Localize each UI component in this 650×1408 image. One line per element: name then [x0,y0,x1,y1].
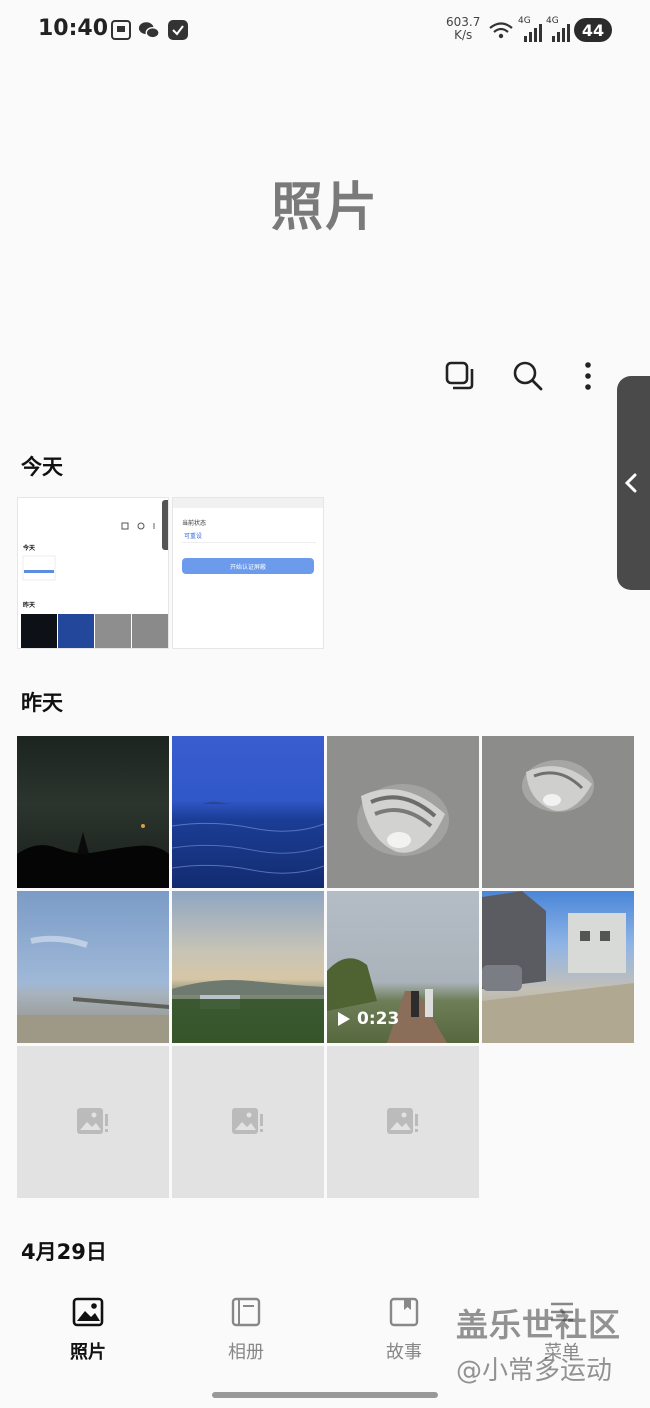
mini-gallery-icons [21,522,168,648]
status-bar: 10:40 603.7 K/s 4G 4G 44 [0,0,650,62]
photo-thumb-beach-sky[interactable] [17,891,169,1043]
edge-panel-handle[interactable] [617,376,650,590]
broken-image-icon [387,1108,418,1134]
signal-2: 4G [546,16,570,42]
select-multiple-icon [445,361,474,390]
check-app-icon [167,19,189,41]
mini-action-button: 开始认证屏蔽 [182,558,314,574]
wechat-icon [138,19,160,41]
signal-1: 4G [518,16,542,42]
mini-field-label: 当前状态 [182,520,207,527]
search-icon [513,361,543,391]
section-label-today: 今天 [21,455,63,479]
signal-1-label: 4G [518,16,531,26]
signal-2-label: 4G [546,16,559,26]
status-time: 10:40 [38,16,109,41]
broken-image-icon [232,1108,263,1134]
nav-label-photos: 照片 [70,1342,106,1363]
network-speed: 603.7 K/s [446,16,480,42]
chevron-left-icon [624,473,637,493]
shell-image [522,760,594,812]
photo-thumb-blue-sea[interactable] [172,736,324,888]
beach-image [17,935,169,1043]
section-label-yesterday: 昨天 [21,691,63,715]
more-vertical-icon [585,362,591,390]
photo-thumb-village-street[interactable] [482,891,634,1043]
photo-thumb-video-walk[interactable]: 0:23 [327,891,479,1043]
nav-item-stories[interactable]: 故事 [354,1296,454,1364]
night-landscape-image [17,824,169,888]
mini-field-value: 可重设 [184,533,203,540]
field-image [172,980,324,1043]
page-title: 照片 [270,178,379,238]
nav-label-albums: 相册 [228,1342,264,1363]
more-options-button[interactable] [568,356,608,396]
broken-image-icon [77,1108,108,1134]
battery-indicator: 44 [574,18,612,42]
nav-label-stories: 故事 [386,1342,422,1363]
watermark: 盖乐世社区 @小常多运动 [456,1300,621,1387]
photo-thumb-today-1[interactable]: 今天 昨天 [17,497,169,649]
sea-image [172,801,324,874]
watermark-line1: 盖乐世社区 [456,1306,622,1344]
watermark-line2: @小常多运动 [456,1356,613,1386]
story-icon [389,1297,419,1327]
nav-item-albums[interactable]: 相册 [196,1296,296,1364]
photo-icon [72,1297,104,1327]
wifi-icon [488,20,514,42]
photo-thumb-shell-2[interactable] [482,736,634,888]
network-speed-unit: K/s [454,28,473,42]
section-label-apr29: 4月29日 [21,1240,107,1264]
play-icon [338,1012,350,1026]
search-button[interactable] [508,356,548,396]
photo-thumb-sunset-field[interactable] [172,891,324,1043]
photo-thumb-placeholder-3[interactable] [327,1046,479,1198]
photo-thumb-night-sky[interactable] [17,736,169,888]
photo-thumb-today-2[interactable]: 当前状态 可重设 开始认证屏蔽 [172,497,324,649]
nav-item-photos[interactable]: 照片 [38,1296,138,1364]
photo-thumb-placeholder-2[interactable] [172,1046,324,1198]
video-duration: 0:23 [357,1009,400,1029]
video-duration-badge: 0:23 [337,1009,399,1029]
screenshot-icon [110,19,132,41]
mini-today-label: 今天 [23,545,36,552]
photo-thumb-placeholder-1[interactable] [17,1046,169,1198]
album-icon [231,1297,261,1327]
select-button[interactable] [440,356,480,396]
home-indicator[interactable] [212,1392,438,1398]
street-image [482,891,634,1043]
shell-image [357,784,449,856]
mini-yesterday-label: 昨天 [23,602,36,609]
photo-thumb-shell-1[interactable] [327,736,479,888]
